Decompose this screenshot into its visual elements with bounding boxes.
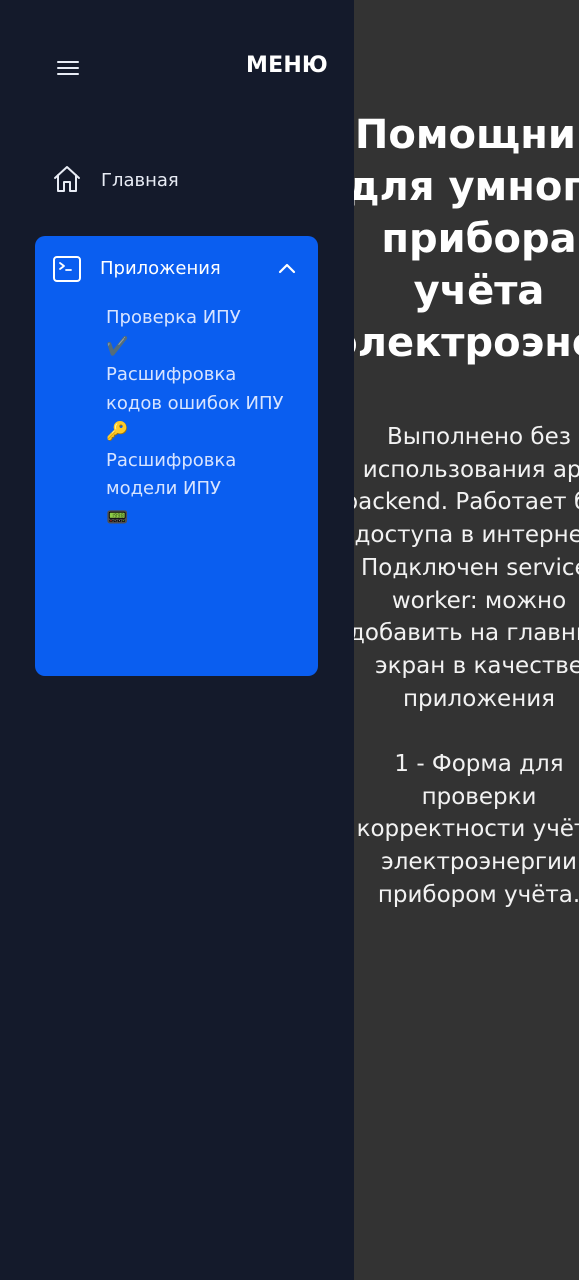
submenu-item-model[interactable]: Расшифровка модели ИПУ 📟 bbox=[106, 447, 296, 533]
description-paragraph: Выполнено без использования api, backend… bbox=[354, 424, 579, 712]
terminal-icon bbox=[53, 256, 81, 282]
key-icon: 🔑 bbox=[106, 421, 129, 442]
sidebar-item-apps[interactable]: Приложения bbox=[35, 236, 318, 300]
pager-icon: 📟 bbox=[106, 506, 129, 528]
submenu-item-label: Расшифровка модели ИПУ bbox=[106, 449, 237, 500]
main-content: Помощник для умного прибора учёта электр… bbox=[354, 0, 579, 1280]
submenu-item-error-codes[interactable]: Расшифровка кодов ошибок ИПУ 🔑 bbox=[106, 361, 296, 447]
sidebar-item-home[interactable]: Главная bbox=[50, 160, 320, 204]
submenu-item-label: Расшифровка кодов ошибок ИПУ bbox=[106, 364, 284, 414]
page-title: Помощник для умного прибора учёта электр… bbox=[354, 112, 579, 366]
submenu-item-check[interactable]: Проверка ИПУ ✔️ bbox=[106, 304, 296, 361]
description-paragraph: 1 - Форма для проверки корректности учёт… bbox=[356, 751, 579, 908]
description: Выполнено без использования api, backend… bbox=[354, 421, 579, 912]
check-mark-icon: ✔️ bbox=[106, 335, 129, 357]
apps-submenu: Проверка ИПУ ✔️ Расшифровка кодов ошибок… bbox=[106, 304, 296, 532]
hamburger-menu-icon[interactable] bbox=[52, 54, 84, 82]
sidebar-item-label: Главная bbox=[101, 170, 179, 191]
submenu-item-label: Проверка ИПУ bbox=[106, 307, 241, 328]
sidebar: МЕНЮ Главная Приложения Проверка ИПУ ✔️ bbox=[0, 0, 354, 1280]
sidebar-item-label: Приложения bbox=[100, 258, 221, 279]
home-icon bbox=[54, 166, 80, 192]
content-body: Помощник для умного прибора учёта электр… bbox=[354, 109, 579, 944]
menu-title: МЕНЮ bbox=[246, 53, 328, 78]
chevron-up-icon bbox=[278, 263, 296, 274]
apps-section: Приложения Проверка ИПУ ✔️ Расшифровка к… bbox=[35, 236, 318, 676]
